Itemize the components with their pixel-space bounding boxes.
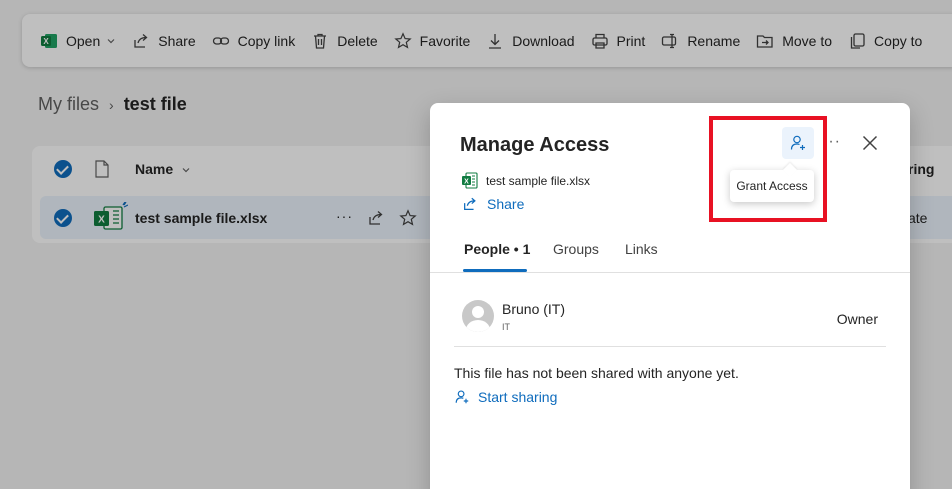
dialog-share-label: Share <box>487 196 525 212</box>
svg-text:X: X <box>464 178 469 185</box>
person-subtitle: IT <box>502 322 510 332</box>
dialog-file: X test sample file.xlsx <box>461 172 590 189</box>
start-sharing-link[interactable]: Start sharing <box>454 389 557 405</box>
dialog-title: Manage Access <box>460 134 610 156</box>
active-tab-indicator <box>463 269 527 272</box>
tab-groups[interactable]: Groups <box>553 241 599 257</box>
manage-access-dialog: Manage Access ··· Grant Access X test sa… <box>430 103 910 489</box>
dialog-file-name: test sample file.xlsx <box>486 173 591 188</box>
close-icon[interactable] <box>862 135 878 151</box>
share-icon <box>464 197 476 210</box>
excel-file-icon: X <box>462 172 478 189</box>
start-sharing-label: Start sharing <box>478 389 558 405</box>
dialog-share-link[interactable]: Share <box>462 196 524 212</box>
person-row[interactable]: Bruno (IT) IT Owner <box>454 293 886 347</box>
access-tabs: People • 1 Groups Links <box>430 233 910 273</box>
tab-links[interactable]: Links <box>625 241 658 257</box>
person-name: Bruno (IT) <box>502 301 566 317</box>
add-person-icon <box>455 390 469 404</box>
person-role: Owner <box>836 311 878 327</box>
empty-share-message: This file has not been shared with anyon… <box>454 365 739 381</box>
tab-people[interactable]: People • 1 <box>464 241 530 257</box>
avatar <box>462 300 494 332</box>
highlight-box <box>709 116 827 222</box>
